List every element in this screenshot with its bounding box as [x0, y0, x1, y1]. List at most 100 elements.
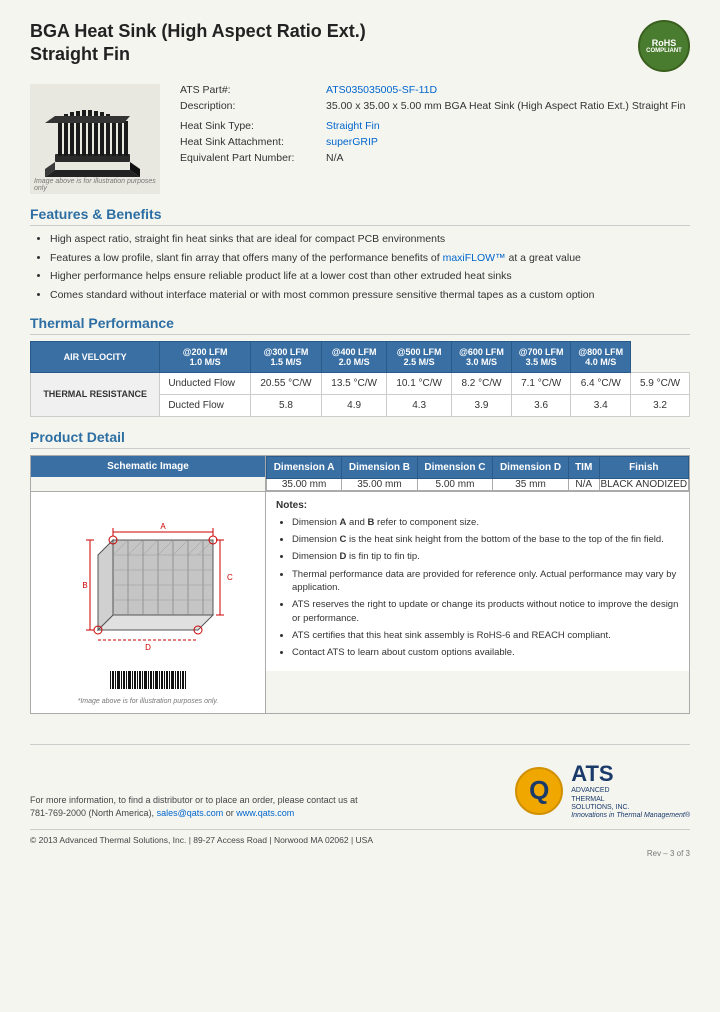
ducted-800: 3.2 [631, 394, 690, 416]
rohs-badge: RoHS COMPLIANT [638, 20, 690, 72]
dimensions-header-cell: Dimension A Dimension B Dimension C Dime… [266, 455, 690, 491]
finish-value: BLACK ANODIZED [599, 478, 688, 490]
col-500lfm: @500 LFM2.5 M/S [387, 341, 452, 372]
barcode-image [108, 669, 188, 694]
page-header: BGA Heat Sink (High Aspect Ratio Ext.) S… [30, 20, 690, 72]
feature-item-2: Features a low profile, slant fin array … [50, 251, 690, 266]
unducted-label: Unducted Flow [160, 372, 251, 394]
air-velocity-header: AIR VELOCITY [31, 341, 160, 372]
heat-sink-image [40, 94, 150, 184]
rohs-compliant: COMPLIANT [646, 48, 682, 54]
heat-sink-type-row: Heat Sink Type: Straight Fin [180, 120, 690, 132]
ducted-200: 5.8 [250, 394, 321, 416]
dim-b-value: 35.00 mm [342, 478, 418, 490]
note-1: Dimension A and B refer to component siz… [292, 516, 679, 529]
product-image-box: Image above is for illustration purposes… [30, 84, 160, 194]
note-5: ATS reserves the right to update or chan… [292, 598, 679, 625]
title-line1: BGA Heat Sink (High Aspect Ratio Ext.) S… [30, 20, 366, 67]
schematic-header-cell: Schematic Image [31, 455, 266, 491]
equiv-part-row: Equivalent Part Number: N/A [180, 152, 690, 164]
svg-text:C: C [227, 573, 233, 582]
part-number-row: ATS Part#: ATS035035005-SF-11D [180, 84, 690, 96]
attachment-row: Heat Sink Attachment: superGRIP [180, 136, 690, 148]
attachment: superGRIP [326, 136, 378, 148]
dim-d-header: Dimension D [493, 456, 569, 478]
ducted-400: 4.3 [387, 394, 452, 416]
equiv-part: N/A [326, 152, 344, 164]
desc-label: Description: [180, 100, 320, 112]
ducted-600: 3.6 [511, 394, 571, 416]
dim-d-value: 35 mm [493, 478, 569, 490]
footer-main: For more information, to find a distribu… [30, 761, 690, 821]
notes-title: Notes: [276, 500, 679, 511]
ats-text-block: ATS ADVANCEDTHERMALSOLUTIONS, INC. Innov… [571, 761, 690, 821]
features-heading: Features & Benefits [30, 206, 690, 226]
dim-c-header: Dimension C [417, 456, 493, 478]
unducted-500: 8.2 °C/W [452, 372, 512, 394]
unducted-800: 5.9 °C/W [631, 372, 690, 394]
copyright-text: © 2013 Advanced Thermal Solutions, Inc. … [30, 835, 373, 845]
footer-email[interactable]: sales@qats.com [157, 808, 224, 818]
description-row: Description: 35.00 x 35.00 x 5.00 mm BGA… [180, 100, 690, 112]
note-2: Dimension C is the heat sink height from… [292, 533, 679, 546]
schematic-image-area: A B C [31, 492, 265, 713]
tim-value: N/A [568, 478, 599, 490]
col-200lfm: @200 LFM1.0 M/S [160, 341, 251, 372]
unducted-700: 6.4 °C/W [571, 372, 631, 394]
footer-contact: For more information, to find a distribu… [30, 794, 358, 821]
features-list: High aspect ratio, straight fin heat sin… [30, 232, 690, 303]
notes-area: Notes: Dimension A and B refer to compon… [266, 492, 689, 672]
unducted-300: 13.5 °C/W [322, 372, 387, 394]
tim-header: TIM [568, 456, 599, 478]
description: 35.00 x 35.00 x 5.00 mm BGA Heat Sink (H… [326, 100, 686, 112]
page-number: Rev – 3 of 3 [30, 849, 690, 858]
dimensions-header-table: Dimension A Dimension B Dimension C Dime… [266, 456, 689, 491]
unducted-400: 10.1 °C/W [387, 372, 452, 394]
ducted-500: 3.9 [452, 394, 512, 416]
notes-list: Dimension A and B refer to component siz… [276, 516, 679, 660]
thermal-resistance-label: THERMAL RESISTANCE [31, 372, 160, 416]
ducted-label: Ducted Flow [160, 394, 251, 416]
svg-text:D: D [145, 643, 151, 652]
note-3: Dimension D is fin tip to fin tip. [292, 550, 679, 563]
ats-full-name: ADVANCEDTHERMALSOLUTIONS, INC. [571, 787, 690, 812]
schematic-caption: *Image above is for illustration purpose… [78, 698, 219, 705]
col-600lfm: @600 LFM3.0 M/S [452, 341, 512, 372]
footer-area: For more information, to find a distribu… [30, 744, 690, 858]
thermal-table: AIR VELOCITY @200 LFM1.0 M/S @300 LFM1.5… [30, 341, 690, 417]
equiv-label: Equivalent Part Number: [180, 152, 320, 164]
thermal-heading: Thermal Performance [30, 315, 690, 335]
product-info-section: Image above is for illustration purposes… [30, 84, 690, 194]
image-caption: Image above is for illustration purposes… [34, 178, 160, 192]
schematic-svg: A B C [48, 500, 248, 665]
dim-a-value: 35.00 mm [267, 478, 342, 490]
unducted-200: 20.55 °C/W [250, 372, 321, 394]
note-7: Contact ATS to learn about custom option… [292, 646, 679, 659]
schematic-label: Schematic Image [31, 456, 265, 477]
feature-item-4: Comes standard without interface materia… [50, 288, 690, 303]
footer-phone: 781-769-2000 (North America), [30, 808, 154, 818]
attachment-label: Heat Sink Attachment: [180, 136, 320, 148]
dim-a-header: Dimension A [267, 456, 342, 478]
hs-type: Straight Fin [326, 120, 380, 132]
col-300lfm: @300 LFM1.5 M/S [250, 341, 321, 372]
part-label: ATS Part#: [180, 84, 320, 96]
svg-text:A: A [160, 522, 166, 531]
ats-q-circle: Q [515, 767, 563, 815]
unducted-600: 7.1 °C/W [511, 372, 571, 394]
maxiflow-link[interactable]: maxiFLOW™ [443, 252, 506, 264]
dim-b-header: Dimension B [342, 456, 418, 478]
product-title: BGA Heat Sink (High Aspect Ratio Ext.) S… [30, 20, 366, 67]
note-4: Thermal performance data are provided fo… [292, 568, 679, 595]
footer-or: or [226, 808, 237, 818]
notes-cell: Notes: Dimension A and B refer to compon… [266, 491, 690, 713]
product-detail-heading: Product Detail [30, 429, 690, 449]
dim-values-row: 35.00 mm 35.00 mm 5.00 mm 35 mm N/A BLAC… [267, 478, 689, 490]
finish-header: Finish [599, 456, 688, 478]
ats-big: ATS [571, 761, 690, 787]
footer-website[interactable]: www.qats.com [236, 808, 294, 818]
ducted-700: 3.4 [571, 394, 631, 416]
dim-c-value: 5.00 mm [417, 478, 493, 490]
rohs-text: RoHS [652, 38, 677, 48]
unducted-row: THERMAL RESISTANCE Unducted Flow 20.55 °… [31, 372, 690, 394]
